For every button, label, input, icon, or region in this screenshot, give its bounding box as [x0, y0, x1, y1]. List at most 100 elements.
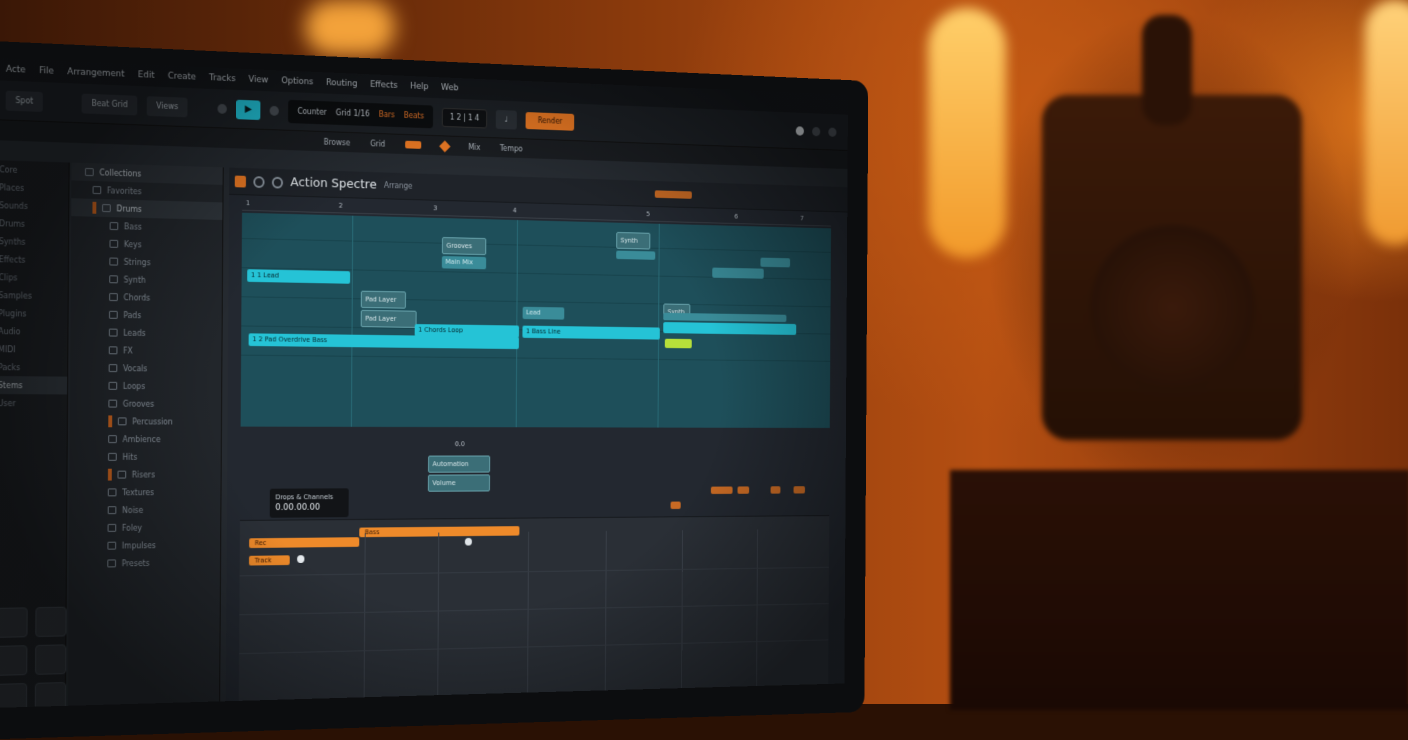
file-icon	[109, 310, 118, 319]
menu-item[interactable]: Web	[441, 83, 458, 93]
menu-item[interactable]: Create	[168, 72, 196, 83]
clip-block[interactable]	[616, 250, 656, 260]
subbar-mix[interactable]: Mix	[468, 142, 480, 151]
spot-button[interactable]: Spot	[5, 90, 44, 112]
ruler-mark: 7	[800, 214, 804, 223]
record-arm-icon[interactable]	[217, 103, 228, 114]
file-icon	[109, 293, 118, 302]
folder-icon	[102, 204, 111, 213]
menu-item[interactable]: Routing	[326, 78, 357, 89]
arrangement-menu-icon[interactable]	[234, 175, 247, 188]
stop-icon[interactable]	[269, 105, 280, 116]
clip[interactable]: Pad Layer	[360, 290, 406, 309]
browser-row[interactable]: Packs	[0, 358, 67, 377]
sub-clip[interactable]: Automation	[428, 455, 491, 473]
tree-item[interactable]: Impulses	[69, 536, 220, 555]
tree-item-label: Foley	[121, 523, 143, 533]
drum-pad[interactable]	[34, 682, 67, 709]
render-button[interactable]: Render	[525, 111, 575, 131]
browser-row[interactable]: Samples	[0, 286, 68, 305]
browser-row[interactable]: Effects	[0, 250, 68, 270]
tree-item[interactable]: Chords	[71, 287, 222, 307]
clip[interactable]: Grooves	[441, 237, 487, 256]
clip[interactable]: 1 Bass Line	[522, 325, 660, 340]
menu-item[interactable]: Edit	[138, 70, 155, 81]
browser-row[interactable]: Sounds	[0, 196, 68, 216]
menu-item[interactable]: Acte	[6, 65, 26, 76]
tree-item[interactable]: Pads	[70, 305, 221, 325]
tree-item[interactable]: Grooves	[70, 394, 221, 412]
tree-item[interactable]: Risers	[69, 466, 220, 484]
tree-item[interactable]: Loops	[70, 377, 221, 396]
clip-block[interactable]	[663, 312, 787, 323]
tree-item[interactable]: Foley	[69, 518, 220, 537]
menu-item[interactable]: File	[39, 66, 54, 77]
tree-item[interactable]: Presets	[69, 553, 220, 573]
clip-block[interactable]	[760, 257, 791, 268]
browser-row[interactable]: User	[0, 394, 67, 412]
drum-pad[interactable]	[35, 606, 67, 638]
browser-row[interactable]: MIDI	[0, 340, 67, 359]
clip[interactable]: Synth	[616, 231, 651, 250]
metronome-button[interactable]: ♩	[495, 109, 517, 130]
drum-pad[interactable]	[0, 645, 28, 676]
editor-grid-line	[363, 533, 366, 709]
clip-editor[interactable]: Rec Bass Track	[238, 515, 830, 709]
clip[interactable]: 1 1 Lead	[247, 269, 351, 284]
sync-icon[interactable]	[271, 176, 284, 189]
selection-marker	[108, 415, 113, 428]
record-icon[interactable]	[297, 555, 305, 563]
ruler-mark: 1	[245, 199, 250, 208]
subbar-grid[interactable]: Grid	[370, 139, 385, 148]
tree-item[interactable]: Noise	[69, 501, 220, 520]
browser-row[interactable]: Places	[0, 178, 69, 198]
loop-point-icon[interactable]	[464, 537, 472, 546]
menu-item[interactable]: Help	[410, 82, 428, 92]
tree-item[interactable]: Percussion	[70, 412, 221, 430]
subbar-tempo[interactable]: Tempo	[500, 144, 523, 153]
menu-item[interactable]: Tracks	[209, 73, 235, 84]
editor-clip-bar[interactable]: Bass	[359, 526, 520, 538]
play-button[interactable]: ▶	[236, 99, 261, 120]
browser-row[interactable]: Clips	[0, 268, 68, 287]
help-icon[interactable]	[828, 127, 837, 137]
clip[interactable]: Lead	[522, 306, 565, 320]
editor-clip-bar[interactable]: Track	[248, 555, 290, 566]
beat-grid-button[interactable]: Beat Grid	[81, 93, 138, 115]
menu-item[interactable]: Options	[281, 76, 313, 87]
tree-item[interactable]: Textures	[69, 483, 220, 501]
clip-block[interactable]	[712, 267, 764, 279]
loop-toggle-icon[interactable]	[405, 140, 422, 149]
loop-icon[interactable]	[253, 175, 265, 188]
tree-item[interactable]: Ambience	[70, 430, 221, 448]
menu-item[interactable]: View	[249, 75, 269, 86]
track-lanes[interactable]: Grooves Main Mix 1 1 Lead Pad Layer Pad …	[240, 212, 832, 428]
clip[interactable]: Main Mix	[441, 256, 487, 270]
menu-item[interactable]: Arrangement	[67, 67, 124, 79]
drum-pad[interactable]	[0, 683, 28, 709]
marker-icon[interactable]	[439, 139, 451, 152]
settings-icon[interactable]	[812, 126, 821, 136]
drum-pad[interactable]	[0, 607, 28, 638]
browser-row-selected[interactable]: Stems	[0, 376, 68, 395]
editor-clip-bar[interactable]: Rec	[249, 537, 360, 549]
menu-item[interactable]: Effects	[370, 80, 398, 91]
tree-item[interactable]: FX	[70, 341, 221, 360]
browser-row[interactable]: Plugins	[0, 304, 68, 323]
tree-item[interactable]: Vocals	[70, 359, 221, 378]
drum-pad[interactable]	[35, 644, 67, 675]
tree-item[interactable]: Leads	[70, 323, 221, 343]
sub-clip[interactable]: Volume	[427, 474, 491, 492]
clip-block[interactable]	[664, 338, 692, 349]
browser-row[interactable]: Audio	[0, 322, 68, 341]
browser-row[interactable]: Synths	[0, 232, 68, 252]
clip-block[interactable]	[663, 322, 797, 335]
browser-row[interactable]: Drums	[0, 214, 68, 234]
subbar-browse[interactable]: Browse	[324, 137, 351, 147]
browser-row[interactable]: Core	[0, 160, 69, 180]
views-button[interactable]: Views	[146, 95, 188, 117]
clip[interactable]: 1 Chords Loop	[414, 324, 520, 338]
tree-item[interactable]: Hits	[69, 448, 220, 466]
clip[interactable]: Pad Layer	[360, 309, 417, 328]
tempo-field[interactable]: 1 2 | 1 4	[441, 107, 488, 129]
